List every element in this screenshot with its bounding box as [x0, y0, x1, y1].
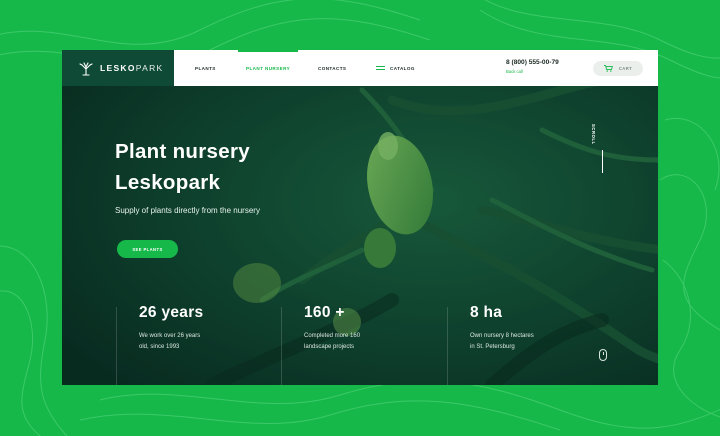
stat-divider: [447, 307, 448, 385]
stat-years-value: 26 years: [139, 304, 204, 321]
scroll-label: SCROLL: [591, 124, 596, 145]
phone-number[interactable]: 8 (800) 555-00-79: [506, 59, 559, 66]
stat-projects-value: 160 +: [304, 304, 345, 321]
brand-name: LESKOPARK: [100, 63, 164, 73]
stat-area-value: 8 ha: [470, 304, 503, 321]
stat-years-description: We work over 26 years old, since 1993: [139, 333, 201, 350]
logo[interactable]: LESKOPARK: [62, 50, 174, 86]
cart-label: CART: [618, 66, 633, 71]
stat-divider: [116, 307, 117, 385]
nav-item-contacts[interactable]: CONTACTS: [318, 50, 346, 86]
hero-title-line-2: Leskopark: [115, 171, 221, 194]
nav-item-plants[interactable]: PLANTS: [195, 50, 216, 86]
cart-icon: [603, 65, 613, 72]
hero-title-line-1: Plant nursery: [115, 140, 250, 163]
mouse-icon[interactable]: [599, 349, 607, 361]
scroll-indicator-line: [602, 150, 603, 173]
callback-link[interactable]: Back call: [506, 69, 523, 74]
hero-subtitle: Supply of plants directly from the nurse…: [115, 206, 260, 215]
stat-divider: [281, 307, 282, 385]
catalog-label: CATALOG: [390, 65, 415, 71]
cart-button[interactable]: CART: [593, 61, 643, 76]
stat-area-description: Own nursery 8 hectares in St. Petersburg: [470, 333, 534, 350]
top-navigation: PLANTS PLANT NURSERY CONTACTS CATALOG 8 …: [174, 50, 658, 86]
site-header: LESKOPARK PLANTS PLANT NURSERY CONTACTS …: [62, 50, 658, 86]
tree-icon: [79, 62, 93, 76]
nav-item-plant-nursery[interactable]: PLANT NURSERY: [237, 50, 299, 86]
hero-frame: LESKOPARK PLANTS PLANT NURSERY CONTACTS …: [62, 50, 658, 385]
stat-projects-description: Completed more 160 landscape projects: [304, 333, 361, 350]
nav-item-catalog[interactable]: CATALOG: [376, 50, 415, 86]
see-plants-button[interactable]: SEE PLANTS: [117, 240, 178, 258]
menu-icon: [376, 66, 385, 70]
hero-title: Plant nursery Leskopark: [115, 136, 335, 198]
